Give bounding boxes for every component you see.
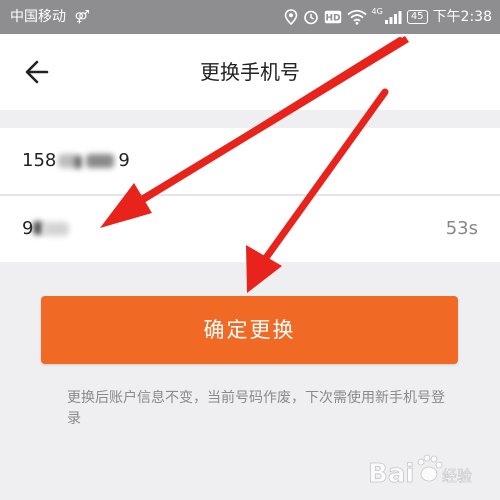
hd-icon: HD (324, 10, 341, 24)
redacted-digits (56, 151, 118, 171)
wifi-icon (346, 9, 367, 25)
verification-code-prefix: 9 (22, 218, 34, 239)
resend-countdown[interactable]: 53s (446, 196, 478, 262)
notification-icon: ⚤ (74, 10, 90, 25)
carrier-name: 中国移动 (10, 9, 66, 25)
phone-number-field[interactable]: 158 9 (0, 128, 500, 194)
carrier-label: 中国移动 ⚤ (10, 0, 90, 35)
alarm-clock-icon (303, 10, 318, 25)
watermark-text: Bai (368, 459, 414, 489)
phone-number-prefix: 158 (22, 150, 57, 171)
location-icon (284, 9, 297, 25)
network-type-label: 4G (371, 7, 383, 16)
signal-icon (384, 11, 402, 24)
baidu-jingyan-watermark: Bai 经验 (368, 454, 472, 489)
paw-icon (417, 454, 443, 482)
phone-number-suffix: 9 (118, 150, 130, 171)
phone-number-value: 158 9 (22, 128, 130, 194)
change-phone-hint: 更换后账户信息不变，当前号码作废，下次需使用新手机号登录 (67, 390, 445, 427)
page-title: 更换手机号 (200, 60, 300, 84)
status-bar: 中国移动 ⚤ HD 4G 45 下午2:38 (0, 0, 500, 34)
verification-code-value: 9 (22, 196, 73, 262)
redacted-code (33, 219, 73, 239)
confirm-change-button[interactable]: 确定更换 (41, 296, 458, 364)
svg-text:HD: HD (325, 14, 340, 24)
status-icons: HD 4G 45 下午2:38 (284, 0, 492, 34)
battery-icon: 45 (406, 10, 428, 24)
watermark-suffix: 经验 (442, 467, 472, 485)
verification-code-field[interactable]: 9 53s (0, 196, 500, 262)
app-header: 更换手机号 (0, 34, 500, 110)
status-time: 下午2:38 (432, 9, 492, 25)
